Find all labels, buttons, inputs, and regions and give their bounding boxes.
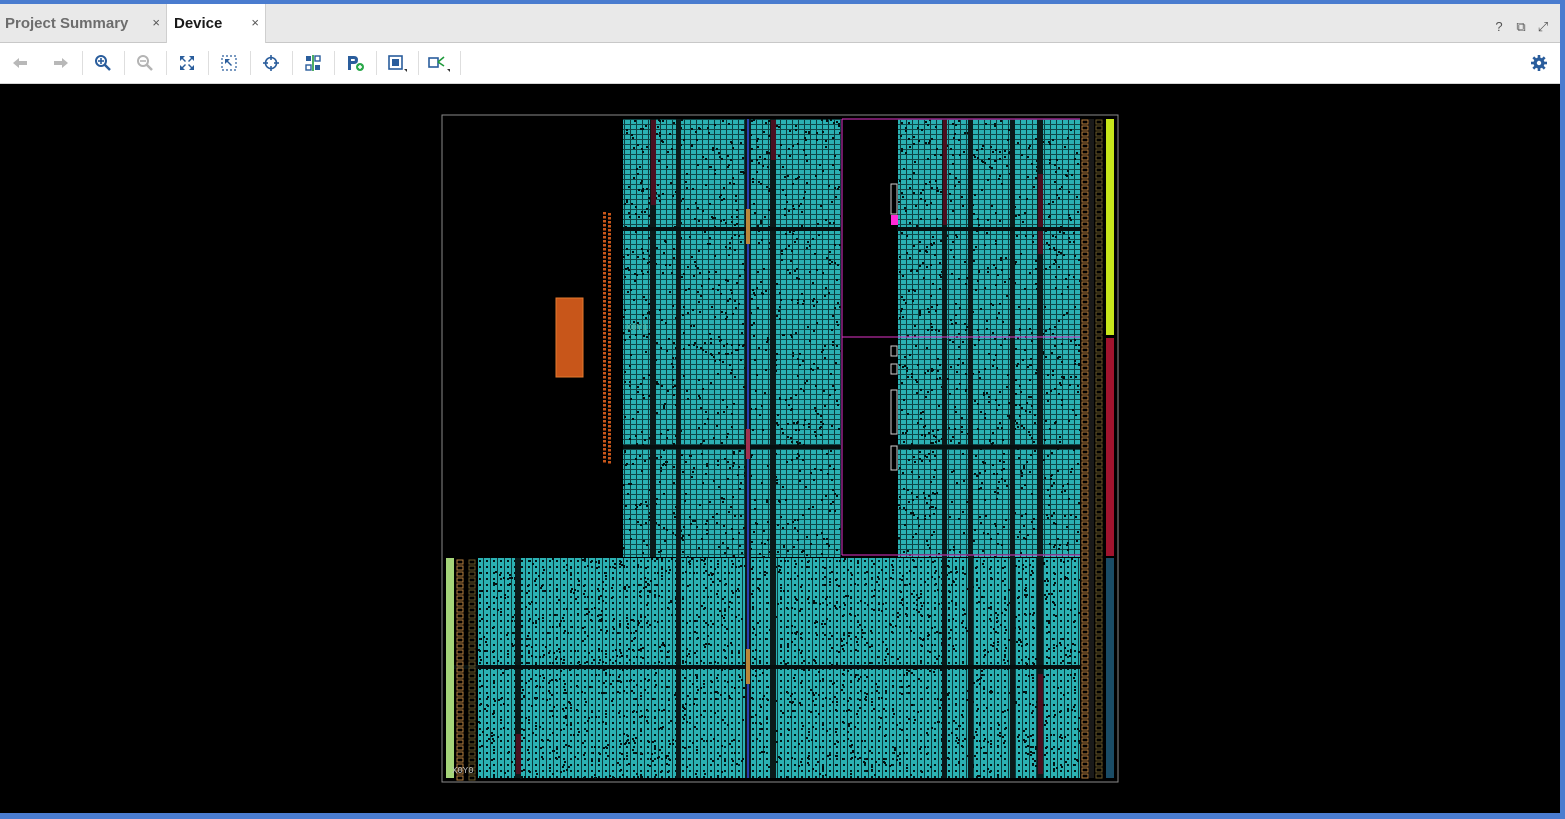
tab-bar: Project Summary × Device × ? ⧉ ⤢ bbox=[0, 4, 1560, 43]
toolbar-separator bbox=[124, 51, 125, 75]
settings-button[interactable] bbox=[1527, 52, 1551, 74]
toolbar-separator bbox=[376, 51, 377, 75]
tab-project-summary-label: Project Summary bbox=[5, 14, 129, 32]
toolbar-separator bbox=[250, 51, 251, 75]
window-frame-bottom bbox=[0, 813, 1565, 819]
crosshair-icon bbox=[263, 55, 279, 71]
io-pin-column bbox=[603, 212, 611, 464]
toolbar-separator bbox=[208, 51, 209, 75]
zoom-selection-icon bbox=[221, 55, 237, 71]
device-toolbar bbox=[0, 43, 1560, 84]
io-bank-block[interactable] bbox=[555, 297, 584, 378]
zoom-fit-button[interactable] bbox=[175, 52, 199, 74]
create-pblock-button[interactable] bbox=[343, 52, 367, 74]
arrow-left-icon bbox=[13, 58, 27, 68]
toolbar-separator bbox=[418, 51, 419, 75]
pblock-icon bbox=[388, 55, 407, 72]
window-frame-right bbox=[1560, 0, 1565, 819]
tab-device-label: Device bbox=[174, 15, 223, 32]
left-strip bbox=[446, 558, 454, 778]
zoom-selection-button[interactable] bbox=[217, 52, 241, 74]
auto-fit-selection-button[interactable] bbox=[259, 52, 283, 74]
maximize-icon[interactable]: ⤢ bbox=[1536, 20, 1550, 34]
forward-button[interactable] bbox=[49, 52, 73, 74]
arrow-right-icon bbox=[54, 58, 68, 68]
tab-device[interactable]: Device × bbox=[166, 4, 266, 43]
selected-cell[interactable] bbox=[891, 215, 898, 225]
help-icon[interactable]: ? bbox=[1492, 20, 1506, 34]
tab-project-summary[interactable]: Project Summary × bbox=[0, 4, 166, 42]
routing-icon bbox=[305, 55, 321, 71]
fixed-cells-icon bbox=[428, 56, 450, 72]
window-controls: ? ⧉ ⤢ bbox=[1492, 20, 1550, 34]
gear-icon bbox=[1531, 55, 1547, 71]
zoom-in-button[interactable] bbox=[91, 52, 115, 74]
clock-region-bar-mid bbox=[1106, 338, 1114, 556]
toolbar-separator bbox=[166, 51, 167, 75]
routing-resources-button[interactable] bbox=[301, 52, 325, 74]
close-icon[interactable]: × bbox=[152, 16, 160, 30]
region-label-x0y1: X0Y1 bbox=[626, 323, 648, 333]
left-io-columns bbox=[456, 559, 476, 781]
draw-pblock-button[interactable] bbox=[385, 52, 409, 74]
device-canvas[interactable]: X0Y1 X0Y0 bbox=[0, 84, 1560, 813]
zoom-in-icon bbox=[95, 55, 111, 71]
zoom-out-icon bbox=[137, 55, 153, 71]
toolbar-separator bbox=[82, 51, 83, 75]
fixed-cells-button[interactable] bbox=[427, 52, 451, 74]
back-button[interactable] bbox=[8, 52, 32, 74]
clock-region-bar-bot bbox=[1106, 558, 1114, 778]
restore-icon[interactable]: ⧉ bbox=[1514, 20, 1528, 34]
pblock-add-icon bbox=[348, 56, 364, 71]
zoom-out-button[interactable] bbox=[133, 52, 157, 74]
fit-icon bbox=[180, 56, 194, 70]
clock-region-bar-top bbox=[1106, 119, 1114, 335]
toolbar-separator bbox=[334, 51, 335, 75]
toolbar-separator bbox=[460, 51, 461, 75]
right-io-columns bbox=[1081, 119, 1103, 779]
close-icon[interactable]: × bbox=[251, 16, 259, 30]
region-label-x0y0: X0Y0 bbox=[452, 766, 474, 776]
device-floorplan[interactable]: X0Y1 X0Y0 bbox=[0, 84, 1560, 813]
toolbar-separator bbox=[292, 51, 293, 75]
